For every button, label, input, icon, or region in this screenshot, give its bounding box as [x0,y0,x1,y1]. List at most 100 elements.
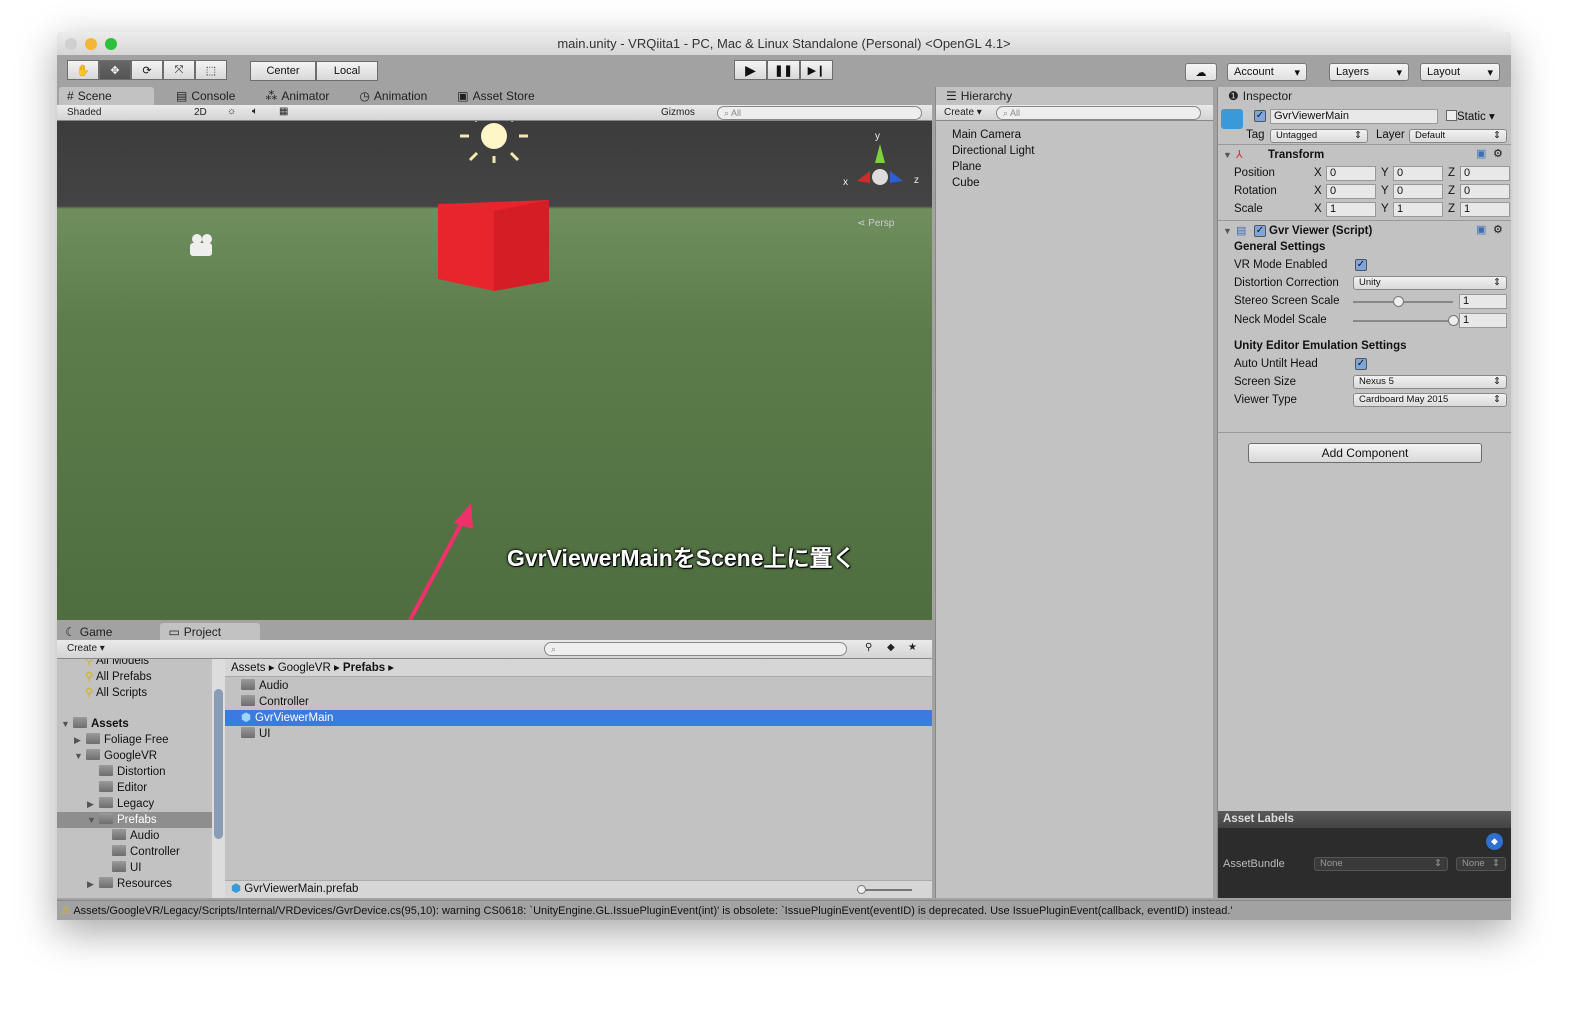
transform-z-input[interactable]: 0 [1460,184,1510,199]
pivot-local-button[interactable]: Local [316,61,378,81]
project-create-dropdown[interactable]: Create ▾ [67,643,105,654]
pause-button[interactable]: ❚❚ [767,60,800,80]
file-item[interactable]: Controller [225,694,932,710]
expand-arrow-icon[interactable]: ▶ [87,796,99,812]
effects-toggle-icon[interactable]: ▦ [279,106,288,117]
file-item[interactable]: ⬢ GvrViewerMain [225,710,932,726]
file-item[interactable]: UI [225,726,932,742]
transform-x-input[interactable]: 1 [1326,202,1376,217]
help-icon[interactable]: ▣ [1476,223,1486,236]
transform-x-input[interactable]: 0 [1326,166,1376,181]
transform-z-input[interactable]: 0 [1460,166,1510,181]
rect-tool-icon[interactable]: ⬚ [195,60,227,80]
stereo-scale-slider[interactable] [1353,296,1453,307]
tree-item[interactable]: UI [57,860,212,876]
favorite-item[interactable]: ⚲ All Prefabs [57,669,212,685]
tab-console[interactable]: ▤ Console [168,87,243,105]
breadcrumb-item[interactable]: Assets [231,662,266,674]
zoom-button[interactable] [105,38,117,50]
projection-toggle[interactable]: ⋖ Persp [857,218,894,229]
vr-mode-checkbox[interactable]: ✓ [1355,259,1367,271]
breadcrumb-item[interactable]: GoogleVR [278,662,331,674]
distortion-dropdown[interactable]: Unity ⇕ [1353,276,1507,290]
gizmo-z-label[interactable]: z [914,175,919,186]
transform-x-input[interactable]: 0 [1326,184,1376,199]
filter-type-icon[interactable]: ⚲ [865,642,872,653]
move-tool-icon[interactable]: ✥ [99,60,131,80]
stereo-scale-input[interactable]: 1 [1459,294,1507,309]
auto-untilt-checkbox[interactable]: ✓ [1355,358,1367,370]
cloud-button[interactable]: ☁ [1185,63,1217,81]
icon-size-slider[interactable] [857,885,912,894]
play-button[interactable]: ▶ [734,60,767,80]
layout-dropdown[interactable]: Layout ▾ [1420,63,1500,81]
tag-dropdown[interactable]: Untagged ⇕ [1270,129,1368,143]
hierarchy-item[interactable]: Directional Light [952,143,1213,159]
file-item[interactable]: Audio [225,678,932,694]
shading-mode-dropdown[interactable]: Shaded [67,107,187,118]
status-bar[interactable]: ⚠ Assets/GoogleVR/Legacy/Scripts/Interna… [57,900,1511,920]
tab-game[interactable]: ☾ Game [57,623,120,641]
step-button[interactable]: ▶❙ [800,60,833,80]
pivot-center-button[interactable]: Center [250,61,316,81]
expand-arrow-icon[interactable]: ▶ [74,732,86,748]
tree-scrollbar[interactable] [212,659,225,898]
hierarchy-item[interactable]: Main Camera [952,127,1213,143]
tree-item[interactable]: Controller [57,844,212,860]
gear-icon[interactable]: ⚙ [1493,223,1503,236]
transform-y-input[interactable]: 0 [1393,166,1443,181]
favorite-star-icon[interactable]: ★ [908,642,917,653]
tree-item[interactable]: Audio [57,828,212,844]
slider-knob[interactable] [1448,315,1459,326]
hierarchy-item[interactable]: Plane [952,159,1213,175]
breadcrumb-item[interactable]: Prefabs [343,662,385,674]
component-enabled-checkbox[interactable]: ✓ [1254,225,1266,237]
favorite-item[interactable]: ⚲ All Models [57,659,212,669]
gear-icon[interactable]: ⚙ [1493,147,1503,160]
hierarchy-search-input[interactable]: ⌕ All [996,106,1201,120]
audio-toggle-icon[interactable]: 🔈︎ [252,106,258,117]
neck-scale-input[interactable]: 1 [1459,313,1507,328]
hand-tool-icon[interactable]: ✋ [67,60,99,80]
account-dropdown[interactable]: Account ▾ [1227,63,1307,81]
transform-y-input[interactable]: 1 [1393,202,1443,217]
lighting-toggle-icon[interactable]: ☼ [227,106,236,117]
hierarchy-item[interactable]: Cube [952,175,1213,191]
gizmo-y-label[interactable]: y [875,131,880,142]
layer-dropdown[interactable]: Default ⇕ [1409,129,1507,143]
object-name-input[interactable]: GvrViewerMain [1270,109,1438,124]
transform-z-input[interactable]: 1 [1460,202,1510,217]
tree-item[interactable]: ▼ Prefabs [57,812,212,828]
expand-arrow-icon[interactable]: ▼ [87,812,99,828]
minimize-button[interactable] [85,38,97,50]
neck-scale-slider[interactable] [1353,315,1459,326]
scale-tool-icon[interactable]: ⤧ [163,60,195,80]
tab-animation[interactable]: ◷ Animation [351,87,435,105]
expand-arrow-icon[interactable]: ▶ [87,876,99,892]
tree-item[interactable]: ▶ Legacy [57,796,212,812]
transform-y-input[interactable]: 0 [1393,184,1443,199]
tab-scene[interactable]: # Scene [59,87,154,105]
slider-knob[interactable] [1393,296,1404,307]
collapse-arrow-icon[interactable]: ▼ [1223,150,1235,160]
gizmo-x-label[interactable]: x [843,177,848,188]
active-checkbox[interactable]: ✓ [1254,110,1266,122]
viewer-type-dropdown[interactable]: Cardboard May 2015 ⇕ [1353,393,1507,407]
scene-view[interactable]: y x z ⋖ Persp GvrViewerMainをScene上に置く [57,121,932,620]
tree-item[interactable]: ▼ Assets [57,716,212,732]
layers-dropdown[interactable]: Layers ▾ [1329,63,1409,81]
rotate-tool-icon[interactable]: ⟳ [131,60,163,80]
2d-toggle[interactable]: 2D [194,107,207,118]
tree-item[interactable]: Distortion [57,764,212,780]
collapse-arrow-icon[interactable]: ▼ [1223,226,1235,236]
screen-size-dropdown[interactable]: Nexus 5 ⇕ [1353,375,1507,389]
asset-bundle-dropdown[interactable]: None ⇕ [1314,857,1448,871]
add-component-button[interactable]: Add Component [1248,443,1482,463]
help-icon[interactable]: ▣ [1476,147,1486,160]
tab-inspector[interactable]: ❶ Inspector [1220,87,1315,105]
hierarchy-create-dropdown[interactable]: Create ▾ [944,107,982,118]
expand-arrow-icon[interactable]: ▼ [61,716,73,732]
expand-arrow-icon[interactable]: ▼ [74,748,86,764]
tree-item[interactable]: ▶ Foliage Free [57,732,212,748]
tree-item[interactable]: Editor [57,780,212,796]
